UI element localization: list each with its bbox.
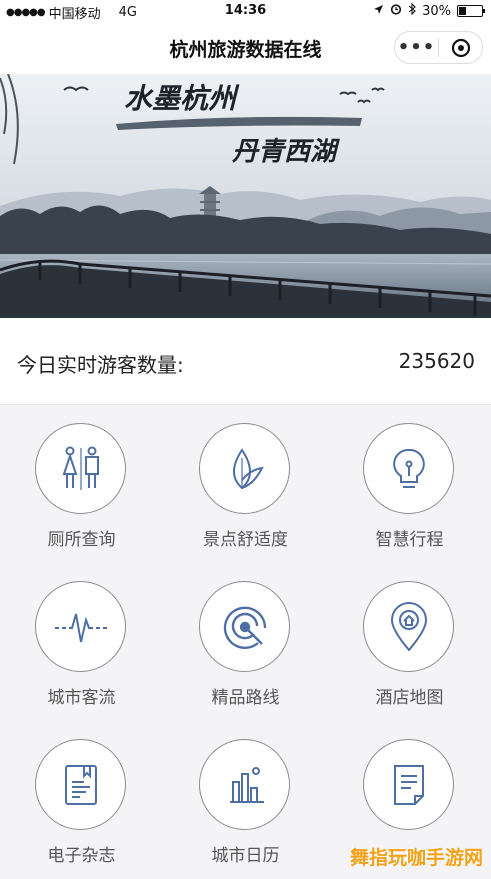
more-options-button[interactable]: ••• xyxy=(395,32,438,63)
menu-item-hotel-map[interactable]: 酒店地图 xyxy=(328,563,491,721)
icon-circle xyxy=(199,581,290,672)
icon-circle xyxy=(199,423,290,514)
menu-item-restroom[interactable]: 厕所查询 xyxy=(0,405,163,563)
route-target-icon xyxy=(223,606,266,649)
battery-icon xyxy=(457,5,485,17)
menu-item-label: 城市客流 xyxy=(47,688,116,708)
watermark-text: 舞指玩咖手游网 xyxy=(349,847,483,869)
menu-item-city-calendar[interactable]: 城市日历 xyxy=(164,721,327,879)
banner-title-line2: 丹青西湖 xyxy=(231,137,340,167)
leaf-icon xyxy=(232,447,264,489)
banner-title-line1: 水墨杭州 xyxy=(124,82,240,115)
alarm-icon xyxy=(390,3,402,19)
battery-percent: 30% xyxy=(422,3,451,19)
menu-item-city-flow[interactable]: 城市客流 xyxy=(0,563,163,721)
banner-image[interactable]: 水墨杭州 丹青西湖 xyxy=(0,74,491,318)
mini-program-capsule: ••• xyxy=(394,31,483,64)
menu-item-label: 精品路线 xyxy=(211,688,280,708)
close-mini-program-button[interactable] xyxy=(439,38,482,58)
menu-item-emagazine[interactable]: 电子杂志 xyxy=(0,721,163,879)
menu-item-label: 智慧行程 xyxy=(375,530,444,550)
icon-circle xyxy=(363,423,454,514)
icon-circle xyxy=(363,581,454,672)
visitor-count-row: 今日实时游客数量: 235620 xyxy=(0,318,491,405)
calendar-chart-icon xyxy=(229,766,264,803)
menu-item-routes[interactable]: 精品路线 xyxy=(164,563,327,721)
location-arrow-icon xyxy=(373,4,384,19)
bluetooth-icon xyxy=(408,2,416,19)
menu-item-smart-trip[interactable]: 智慧行程 xyxy=(328,405,491,563)
menu-item-label: 酒店地图 xyxy=(375,688,444,708)
icon-circle xyxy=(35,581,126,672)
icon-circle xyxy=(35,423,126,514)
magazine-icon xyxy=(64,764,97,805)
pulse-icon xyxy=(54,613,107,642)
map-pin-home-icon xyxy=(390,601,427,652)
icon-circle xyxy=(35,739,126,830)
lightbulb-icon xyxy=(392,448,425,488)
menu-item-comfort[interactable]: 景点舒适度 xyxy=(164,405,327,563)
visitor-count-value: 235620 xyxy=(398,349,475,373)
icon-circle xyxy=(199,739,290,830)
menu-item-label: 景点舒适度 xyxy=(203,530,288,550)
visitor-count-label: 今日实时游客数量: xyxy=(17,353,184,377)
target-close-icon xyxy=(451,38,470,57)
feature-grid: 厕所查询 景点舒适度 智慧行程 城市客流 精品路线 酒店地图 电子杂志 城市日历 xyxy=(0,405,491,876)
restroom-icon xyxy=(62,446,99,490)
status-bar: ●●●●● 中国移动 4G 14:36 30% xyxy=(0,0,491,22)
menu-item-label: 电子杂志 xyxy=(47,846,116,866)
menu-item-label: 厕所查询 xyxy=(47,530,116,550)
menu-item-label: 城市日历 xyxy=(211,846,280,866)
navigation-bar: 杭州旅游数据在线 ••• xyxy=(0,22,491,74)
document-icon xyxy=(393,764,424,805)
icon-circle xyxy=(363,739,454,830)
